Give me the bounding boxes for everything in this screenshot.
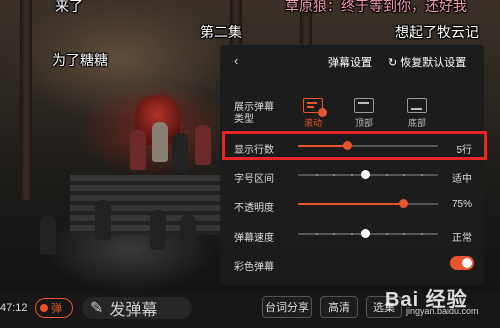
type-option-bottom[interactable]: 底部 — [400, 98, 434, 129]
quality-label: 高清 — [328, 302, 350, 314]
danmu-comment: 为了糖糖 — [52, 52, 108, 68]
opacity-value: 75% — [451, 199, 472, 210]
chevron-left-icon[interactable]: ‹ — [234, 53, 238, 68]
refresh-icon: ↻ — [388, 56, 398, 69]
speed-label: 弹幕速度 — [234, 233, 274, 244]
type-label: 展示弹幕类型 — [234, 102, 274, 125]
danmu-comment: 草原狼：终于等到你，还好我 — [285, 0, 467, 14]
danmu-toggle-dot — [40, 304, 48, 312]
slider-knob[interactable] — [361, 170, 371, 179]
opacity-slider[interactable] — [298, 199, 438, 208]
scene-figure — [152, 122, 168, 162]
font-size-label: 字号区间 — [234, 174, 274, 185]
type-option-top[interactable]: 顶部 — [347, 98, 381, 129]
quality-button[interactable]: 高清 — [320, 296, 358, 318]
color-danmu-label: 彩色弹幕 — [234, 262, 274, 273]
type-option-scroll[interactable]: 滚动 — [296, 98, 330, 129]
scene-figure — [150, 210, 166, 250]
lyrics-share-button[interactable]: 台词分享 — [262, 296, 312, 318]
speed-slider[interactable] — [298, 229, 438, 238]
danmu-comment: 第二集 — [200, 24, 242, 40]
scene-figure — [95, 200, 111, 240]
slider-tick — [333, 233, 335, 235]
highlight-box — [222, 131, 487, 160]
scene-figure — [172, 133, 188, 173]
slider-knob[interactable] — [361, 229, 371, 238]
scene-figure — [180, 215, 196, 255]
color-danmu-toggle[interactable] — [450, 256, 474, 270]
scene-figure — [195, 125, 211, 165]
font-size-value: 适中 — [452, 174, 472, 185]
toggle-knob — [462, 258, 472, 268]
bottom-type-icon — [407, 98, 427, 113]
type-option-label: 底部 — [407, 118, 426, 128]
lyrics-share-label: 台词分享 — [265, 302, 309, 314]
scene-pillar — [20, 0, 32, 200]
slider-tick — [420, 174, 423, 176]
top-type-icon — [354, 98, 374, 113]
danmu-toggle-label: 弹 — [51, 303, 62, 315]
slider-tick — [403, 233, 405, 235]
panel-title: 弹幕设置 — [328, 57, 372, 69]
time-display: 47:12 — [0, 302, 28, 314]
slider-tick — [385, 174, 388, 176]
reset-defaults-button[interactable]: ↻ 恢复默认设置 — [388, 54, 466, 70]
send-danmu-label: 发弹幕 — [109, 302, 158, 319]
baidu-watermark-url: jingyan.baidu.com — [406, 306, 479, 316]
danmu-settings-panel: ‹ 弹幕设置 ↻ 恢复默认设置 展示弹幕类型 滚动 顶部 底部 显示行数 5行 … — [220, 45, 484, 285]
danmu-toggle[interactable]: 弹 — [35, 298, 73, 318]
font-size-slider[interactable] — [298, 170, 438, 179]
scene-figure — [40, 215, 56, 255]
scene-figure — [130, 130, 146, 170]
slider-knob[interactable] — [399, 199, 408, 208]
slider-tick — [403, 174, 405, 176]
slider-tick — [385, 233, 388, 235]
speed-value: 正常 — [452, 233, 472, 244]
pen-icon: ✎ — [90, 300, 104, 317]
slider-tick — [315, 174, 318, 176]
slider-tick — [315, 233, 318, 235]
slider-tick — [333, 174, 335, 176]
slider-tick — [350, 174, 353, 176]
type-option-label: 顶部 — [354, 118, 373, 128]
danmu-comment: 来了 — [55, 0, 83, 14]
slider-fill — [298, 203, 403, 205]
type-option-label: 滚动 — [303, 118, 322, 128]
panel-header: ‹ 弹幕设置 ↻ 恢复默认设置 — [220, 45, 484, 75]
opacity-label: 不透明度 — [234, 203, 274, 214]
slider-tick — [350, 233, 353, 235]
danmu-comment: 想起了牧云记 — [395, 24, 479, 40]
reset-label: 恢复默认设置 — [400, 57, 467, 69]
slider-tick — [420, 233, 423, 235]
send-danmu-input[interactable]: ✎ 发弹幕 — [82, 297, 192, 319]
scroll-type-icon — [303, 98, 327, 117]
